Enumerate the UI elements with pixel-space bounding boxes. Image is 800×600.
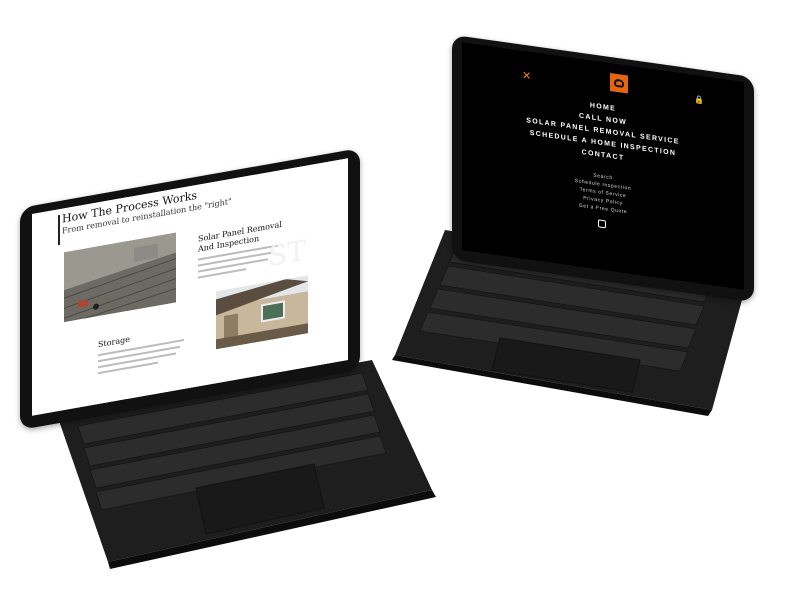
background-ghost-text: ST: [268, 233, 306, 274]
section-heading-storage: Storage: [98, 334, 130, 350]
title-accent-rule: [58, 214, 60, 246]
house-photo: [216, 275, 308, 350]
roof-photo: [64, 232, 176, 323]
left-laptop: How The Process Works From removal to re…: [0, 0, 800, 600]
